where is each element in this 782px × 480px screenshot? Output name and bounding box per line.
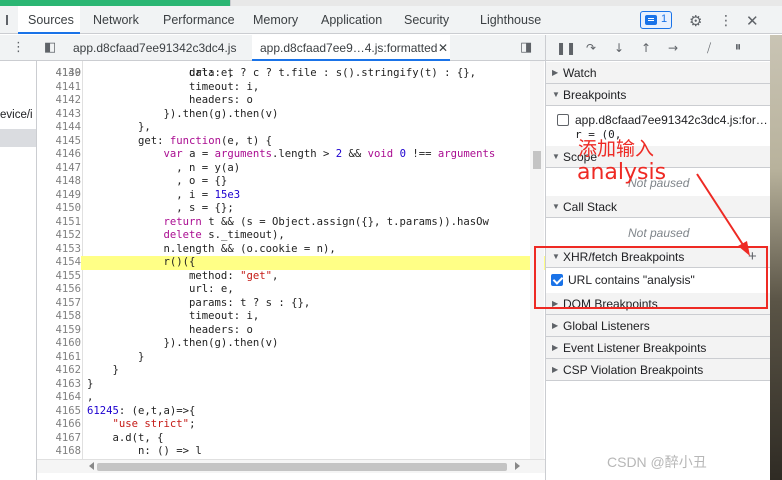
arrow-head xyxy=(738,241,750,256)
watermark: CSDN @醉小丑 xyxy=(607,454,707,470)
arrow-line xyxy=(696,173,748,252)
annotation-arrow xyxy=(696,173,750,256)
